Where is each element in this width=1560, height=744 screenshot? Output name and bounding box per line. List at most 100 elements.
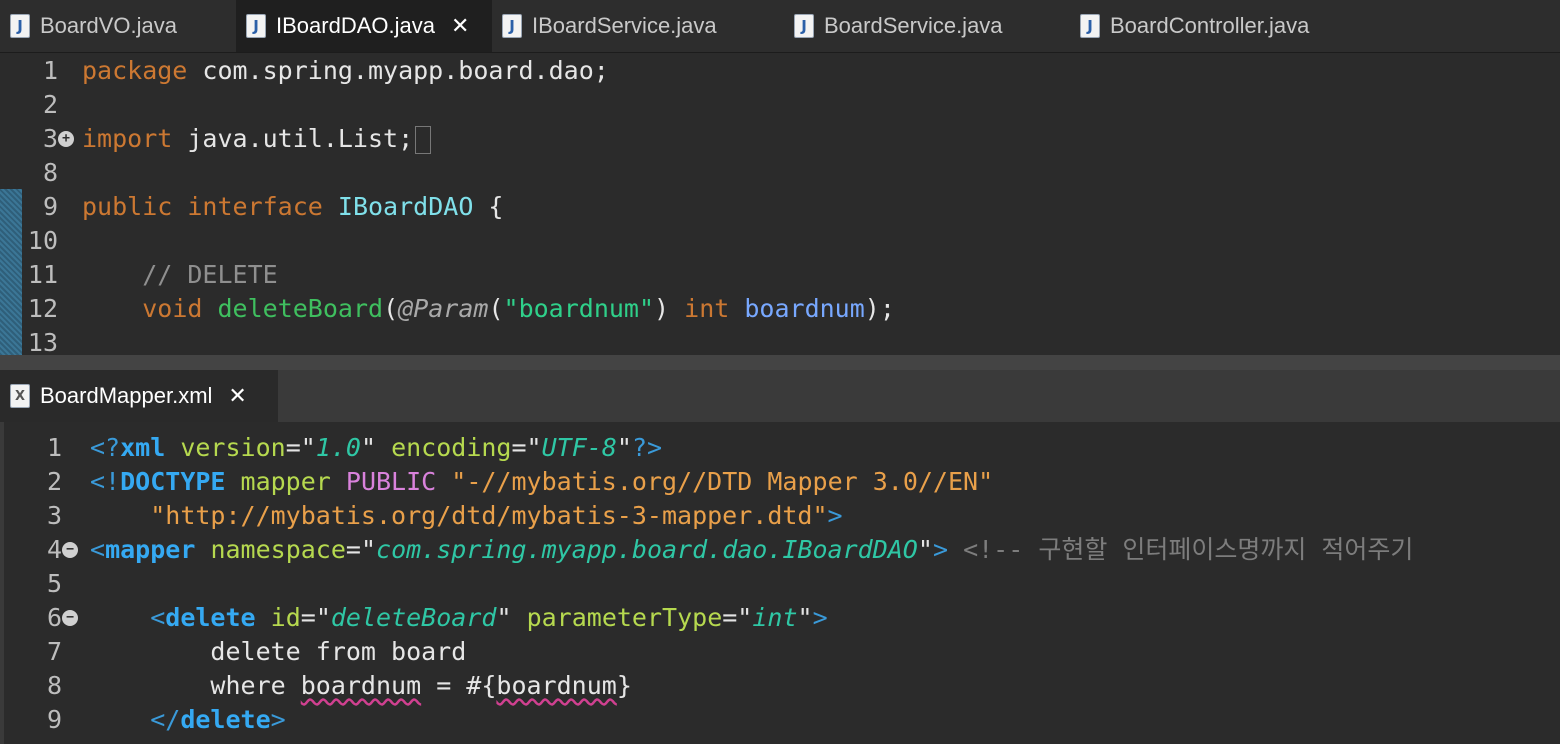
close-icon[interactable]: ✕ — [228, 384, 246, 409]
code-text: <mapper namespace="com.spring.myapp.boar… — [90, 533, 1413, 567]
code-token: java.util.List; — [172, 124, 414, 153]
code-token: </ — [150, 705, 181, 734]
code-line[interactable]: 11 // DELETE — [0, 258, 1560, 292]
java-code-editor[interactable]: 1 package com.spring.myapp.board.dao; 2 3 + i… — [0, 53, 1560, 357]
code-line[interactable]: 5 — [4, 567, 1560, 601]
code-token: > — [827, 501, 843, 530]
tab-label: BoardController.java — [1110, 13, 1310, 38]
code-token: " — [616, 433, 632, 462]
expand-fold-icon[interactable]: + — [58, 131, 74, 147]
code-token: " — [360, 433, 377, 462]
code-token: "-//mybatis.org//DTD Mapper 3.0//EN" — [451, 467, 994, 496]
java-file-icon: J — [1080, 14, 1100, 38]
code-token: "http://mybatis.org/dtd/mybatis-3-mapper… — [150, 501, 828, 530]
code-token: delete — [165, 603, 256, 632]
code-token: void — [142, 294, 203, 323]
code-token: mapper — [105, 535, 196, 564]
tab-label: IBoardService.java — [532, 13, 717, 38]
code-text: delete from board — [90, 635, 466, 669]
code-token: public — [82, 192, 173, 221]
code-token: mapper — [240, 467, 331, 496]
code-token: id — [270, 603, 301, 632]
code-line[interactable]: 3 "http://mybatis.org/dtd/mybatis-3-mapp… — [4, 499, 1560, 533]
code-token: version — [180, 433, 286, 462]
code-line[interactable]: 9 public interface IBoardDAO { — [0, 190, 1560, 224]
line-number: 11 — [27, 260, 58, 289]
collapse-fold-icon[interactable]: − — [62, 610, 78, 626]
code-token: delete from board — [90, 637, 467, 666]
code-line[interactable]: 8 — [0, 156, 1560, 190]
code-line[interactable]: 2 <!DOCTYPE mapper PUBLIC "-//mybatis.org… — [4, 465, 1560, 499]
code-line[interactable]: 6− <delete id="deleteBoard" parameterTyp… — [4, 601, 1560, 635]
code-text: </delete> — [90, 703, 285, 737]
code-text: void deleteBoard(@Param("boardnum") int … — [82, 292, 895, 326]
code-line[interactable]: 4− <mapper namespace="com.spring.myapp.bo… — [4, 533, 1560, 567]
code-token: int — [752, 603, 798, 632]
line-number: 10 — [27, 226, 58, 255]
collapse-fold-icon[interactable]: − — [62, 542, 78, 558]
code-token: =" — [722, 603, 753, 632]
code-token: encoding — [391, 433, 512, 462]
code-line[interactable]: 3 + import java.util.List; — [0, 122, 1560, 156]
tab-boardvo[interactable]: J BoardVO.java — [0, 0, 236, 52]
code-line[interactable]: 9 </delete> — [4, 703, 1560, 737]
line-number: 3 — [46, 501, 62, 530]
folded-code-indicator[interactable] — [415, 126, 432, 154]
code-token: ) — [654, 294, 685, 323]
line-number: 8 — [42, 158, 58, 187]
code-text: package com.spring.myapp.board.dao; — [82, 54, 609, 88]
code-token: PUBLIC — [345, 467, 437, 496]
code-token: deleteBoard — [217, 294, 384, 323]
code-token: namespace — [210, 535, 346, 564]
tab-iboarddao[interactable]: J IBoardDAO.java ✕ — [236, 0, 492, 52]
code-token: IBoardDAO — [337, 192, 474, 221]
java-file-icon: J — [246, 14, 266, 38]
code-token: xml — [120, 433, 166, 462]
line-number: 12 — [27, 294, 58, 323]
xml-file-icon: X — [10, 384, 30, 408]
code-text: <?xml version="1.0" encoding="UTF-8"?> — [90, 431, 662, 465]
code-line[interactable]: 7 delete from board — [4, 635, 1560, 669]
tab-boardmapper[interactable]: X BoardMapper.xml ✕ — [0, 370, 278, 422]
code-token: =" — [345, 535, 377, 564]
code-text: <delete id="deleteBoard" parameterType="… — [90, 601, 827, 635]
tab-boardservice[interactable]: J BoardService.java — [784, 0, 1070, 52]
code-line[interactable]: 12 void deleteBoard(@Param("boardnum") i… — [0, 292, 1560, 326]
tab-boardcontroller[interactable]: J BoardController.java — [1070, 0, 1370, 52]
java-file-icon: J — [10, 14, 30, 38]
code-line[interactable]: 8 where boardnum = #{boardnum} — [4, 669, 1560, 703]
mapper-tab-bar: X BoardMapper.xml ✕ — [0, 368, 1560, 422]
code-token: delete — [180, 705, 271, 734]
line-number: 4 — [46, 535, 62, 564]
code-line[interactable]: 1 <?xml version="1.0" encoding="UTF-8"?> — [4, 431, 1560, 465]
close-icon[interactable]: ✕ — [451, 14, 469, 39]
code-line[interactable]: 1 package com.spring.myapp.board.dao; — [0, 54, 1560, 88]
code-token: parameterType — [526, 603, 723, 632]
xml-code-editor[interactable]: 1 <?xml version="1.0" encoding="UTF-8"?> 2… — [0, 422, 1560, 744]
tab-label: BoardMapper.xml — [40, 383, 213, 408]
code-token: com.spring.myapp.board.dao; — [187, 56, 609, 85]
code-text: <!DOCTYPE mapper PUBLIC "-//mybatis.org/… — [90, 465, 993, 499]
code-line[interactable]: 10 — [0, 224, 1560, 258]
code-token: int — [684, 294, 730, 323]
code-token: > — [932, 535, 948, 564]
code-line[interactable]: 2 — [0, 88, 1560, 122]
editor-split-divider[interactable] — [0, 355, 1560, 368]
code-text: // DELETE — [82, 258, 277, 292]
code-token: interface — [187, 192, 323, 221]
code-text: "http://mybatis.org/dtd/mybatis-3-mapper… — [90, 499, 843, 533]
tab-iboardservice[interactable]: J IBoardService.java — [492, 0, 784, 52]
